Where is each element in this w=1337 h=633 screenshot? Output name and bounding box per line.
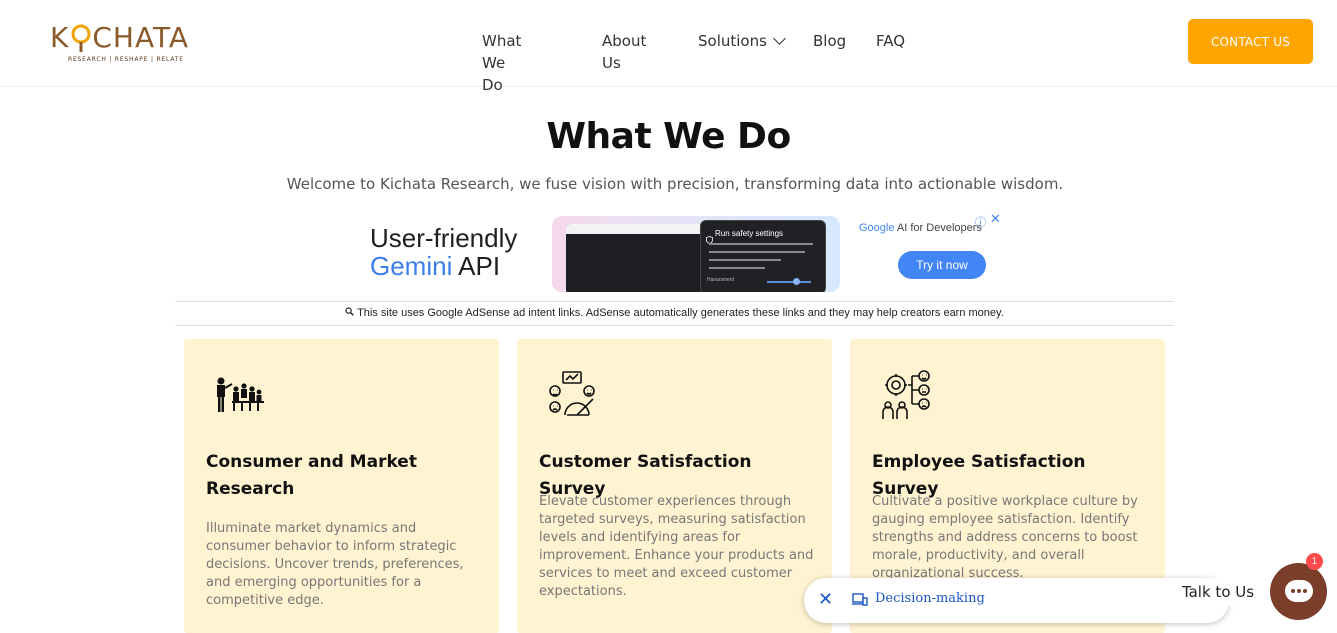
logo-letters-chata: CHATA <box>92 21 190 54</box>
ad-headline-line2: Gemini API <box>370 252 517 280</box>
ad-screenshot-window <box>566 224 706 292</box>
nav-solutions-label: Solutions <box>698 32 767 50</box>
pill-label[interactable]: Decision-making <box>875 591 985 606</box>
brand-logo[interactable]: K CHATA RESEARCH | RESHAPE | RELATE <box>50 22 190 70</box>
card-body: Illuminate market dynamics and consumer … <box>206 521 464 608</box>
ad-headline-line1: User-friendly <box>370 223 518 253</box>
chat-launcher-button[interactable] <box>1270 563 1327 620</box>
nav-faq[interactable]: FAQ <box>876 30 905 52</box>
ad-settings-panel: Run safety settings Harassment <box>700 220 826 292</box>
ad-panel-title: Run safety settings <box>715 229 784 238</box>
ad-cta-button[interactable]: Try it now <box>898 251 986 279</box>
service-card-consumer-research[interactable]: Consumer and Market Research Illuminate … <box>184 339 499 633</box>
close-icon[interactable]: ✕ <box>818 589 833 610</box>
site-header: K CHATA RESEARCH | RESHAPE | RELATE What… <box>0 0 1337 94</box>
page-subtitle: Welcome to Kichata Research, we fuse vis… <box>286 175 1064 193</box>
ad-intent-pill[interactable]: ✕ Decision-making <box>804 578 1229 623</box>
ad-banner[interactable]: User-friendly Gemini API Run safety sett… <box>352 210 1002 294</box>
logo-tagline: RESEARCH | RESHAPE | RELATE <box>68 56 184 63</box>
ad-advertiser-rest: AI for Developers <box>894 222 982 234</box>
card-body: Elevate customer experiences through tar… <box>539 494 814 599</box>
search-icon <box>345 307 357 319</box>
nav-about-us[interactable]: About Us <box>602 30 646 74</box>
ad-headline-gemini: Gemini <box>370 251 453 281</box>
nav-solutions[interactable]: Solutions <box>698 30 786 52</box>
chevron-down-icon <box>773 32 786 45</box>
ad-headline-api: API <box>452 251 501 281</box>
employee-feedback-icon <box>878 369 936 421</box>
contact-us-button[interactable]: CONTACT US <box>1188 19 1313 64</box>
logo-magnifier-icon <box>70 22 92 54</box>
close-icon[interactable]: ✕ <box>990 212 1001 227</box>
talk-to-us-label[interactable]: Talk to Us <box>1172 578 1264 606</box>
ad-advertiser-google: Google <box>859 222 895 234</box>
logo-wordmark: K CHATA <box>50 22 190 54</box>
satisfaction-gauge-icon <box>545 369 603 421</box>
ad-slider <box>767 278 811 285</box>
page-title: What We Do <box>546 116 791 157</box>
service-card-customer-satisfaction[interactable]: Customer Satisfaction Survey Elevate cus… <box>517 339 832 633</box>
adsense-notice-text: This site uses Google AdSense ad intent … <box>357 307 1004 319</box>
nav-what-we-do[interactable]: What We Do <box>482 30 521 96</box>
shield-icon <box>706 229 713 248</box>
devices-icon <box>852 592 868 606</box>
people-presentation-icon <box>212 369 270 421</box>
adsense-notice: This site uses Google AdSense ad intent … <box>175 301 1174 326</box>
logo-letter-k: K <box>50 21 70 54</box>
info-icon[interactable]: ⓘ <box>975 214 986 230</box>
ad-product-image: Run safety settings Harassment <box>552 216 840 292</box>
nav-blog[interactable]: Blog <box>813 30 846 52</box>
card-body: Cultivate a positive workplace culture b… <box>872 494 1138 581</box>
card-title: Consumer and Market Research <box>206 452 417 499</box>
notification-badge: 1 <box>1306 553 1323 570</box>
ad-panel-label: Harassment <box>707 277 734 283</box>
chat-bubble-icon <box>1285 580 1313 602</box>
ad-headline: User-friendly Gemini API <box>370 224 517 280</box>
ad-advertiser: Google AI for Developers <box>859 222 982 234</box>
